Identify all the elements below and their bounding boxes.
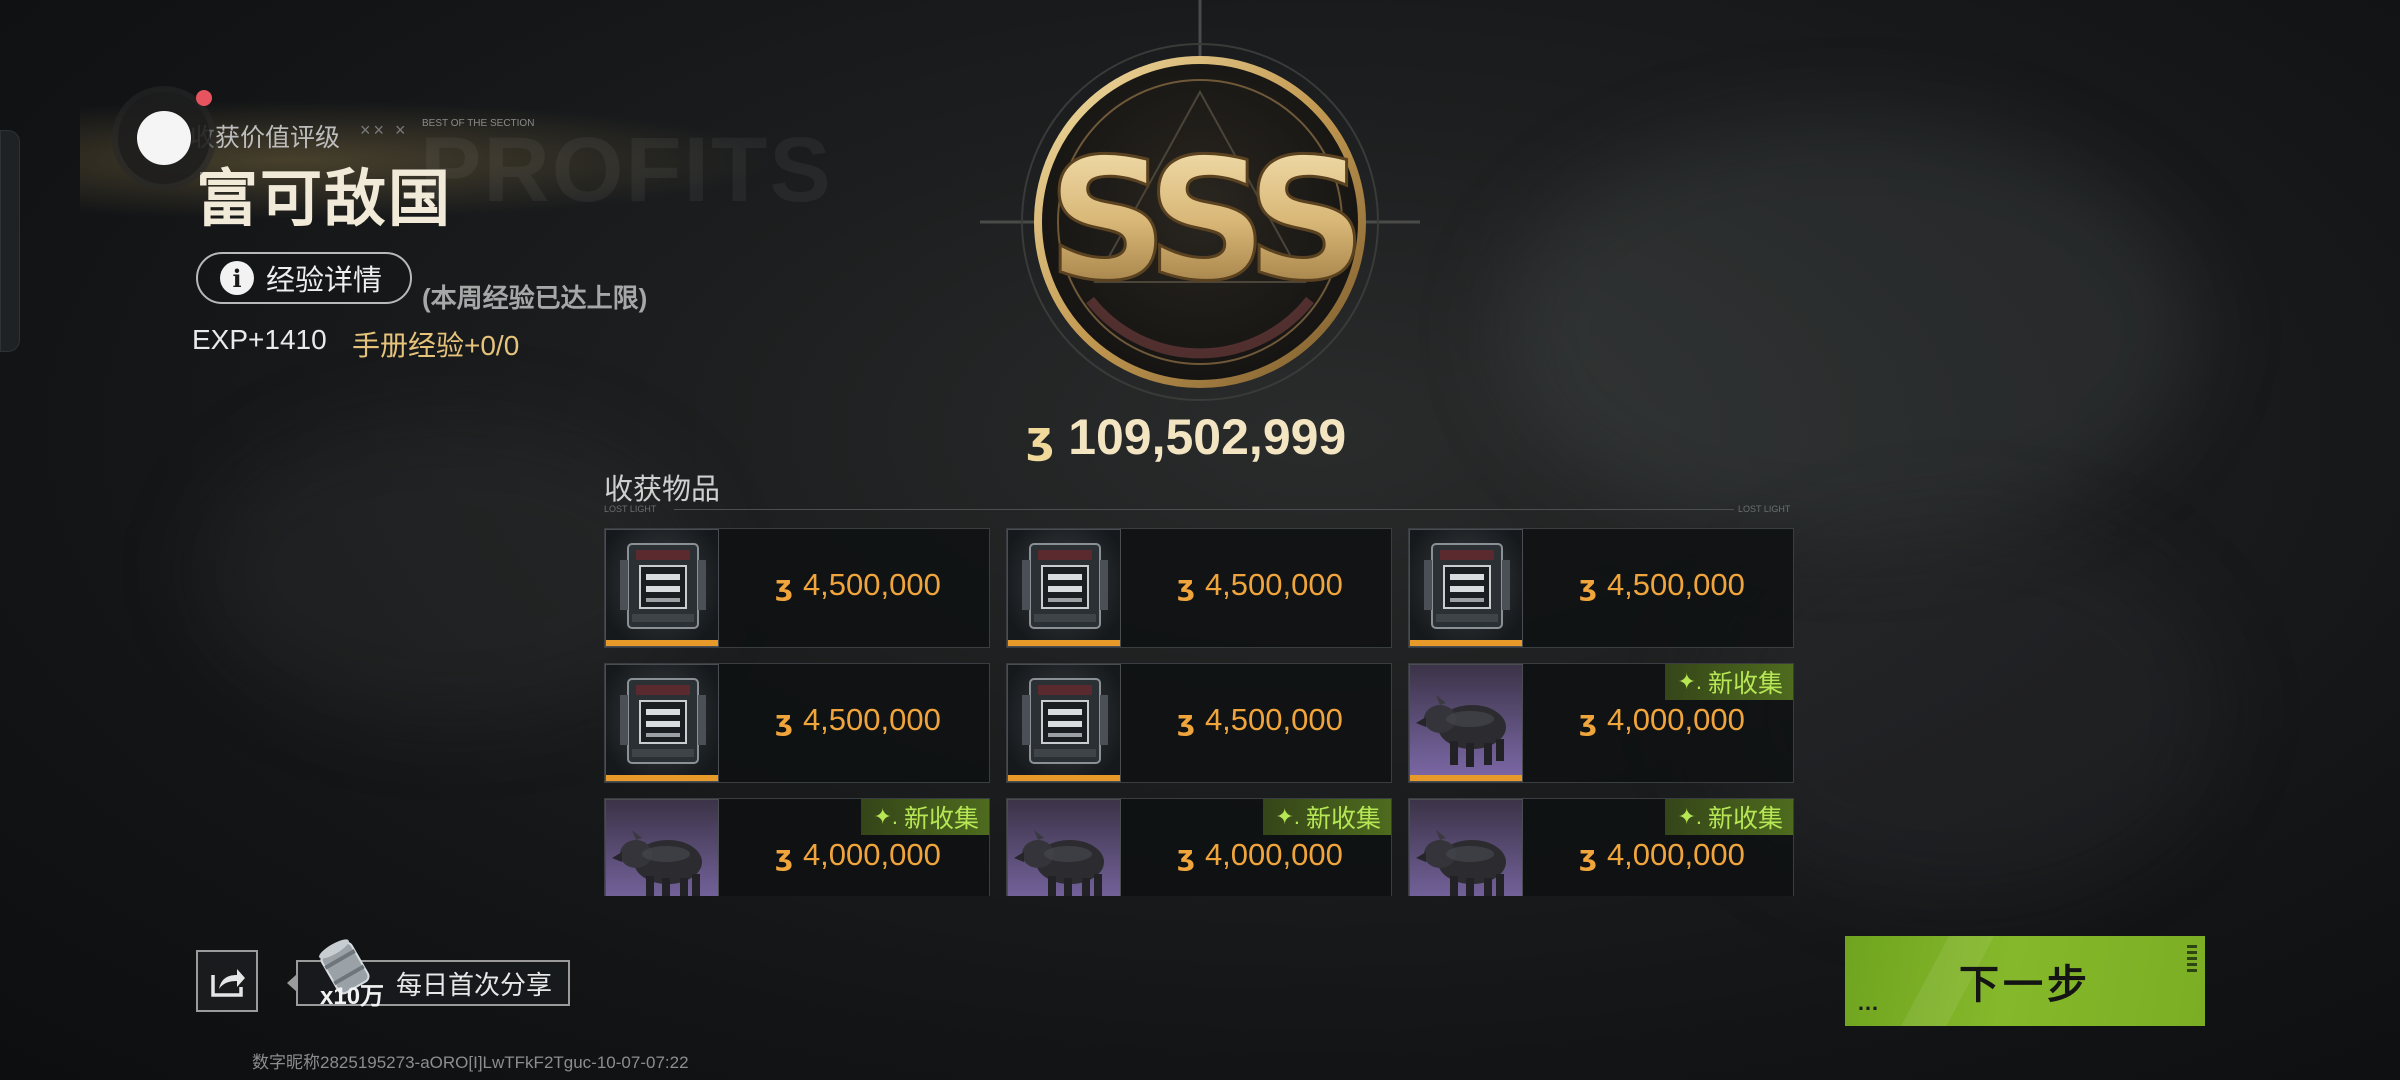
loot-item-card[interactable]: ʒ 4,500,000 bbox=[604, 663, 990, 783]
item-value: ʒ 4,000,000 bbox=[1579, 837, 1745, 873]
coin-icon: ʒ bbox=[1177, 568, 1195, 602]
exp-gain: EXP+1410 bbox=[192, 324, 327, 355]
sparkle-icon: ✦. bbox=[1275, 804, 1300, 829]
supply-case-image bbox=[1022, 543, 1108, 629]
grade-text: SSS bbox=[1047, 122, 1355, 318]
coin-icon: ʒ bbox=[1177, 838, 1195, 872]
coin-icon: ʒ bbox=[1177, 703, 1195, 737]
item-value: ʒ 4,500,000 bbox=[775, 567, 941, 603]
supply-case-image bbox=[1424, 543, 1510, 629]
items-header: 收获物品 bbox=[604, 474, 721, 506]
boar-statue-image bbox=[612, 830, 702, 896]
more-dots-icon: … bbox=[1857, 990, 1883, 1015]
exp-cap-note: (本周经验已达上限) bbox=[422, 283, 648, 313]
supply-case-thumbnail bbox=[1007, 664, 1121, 782]
total-value: ʒ 109,502,999 bbox=[1026, 408, 1346, 466]
item-value-amount: 4,000,000 bbox=[1606, 702, 1745, 737]
coin-icon: ʒ bbox=[1026, 411, 1055, 463]
loot-item-card[interactable]: ʒ 4,500,000 bbox=[604, 528, 990, 648]
item-value: ʒ 4,500,000 bbox=[775, 702, 941, 738]
sparkle-icon: ✦. bbox=[1677, 669, 1702, 694]
coin-icon: ʒ bbox=[775, 838, 793, 872]
new-collection-label: 新收集 bbox=[903, 805, 979, 833]
item-value: ʒ 4,500,000 bbox=[1177, 567, 1343, 603]
rating-title: 富可敌国 bbox=[196, 165, 453, 234]
supply-case-image bbox=[620, 678, 706, 764]
item-value-amount: 4,000,000 bbox=[802, 837, 941, 872]
new-collection-label: 新收集 bbox=[1707, 805, 1783, 833]
side-drawer-handle[interactable] bbox=[0, 130, 20, 352]
loot-item-card[interactable]: ʒ 4,500,000 bbox=[1408, 528, 1794, 648]
items-grid: ʒ 4,500,000 ʒ 4,500,000 ʒ 4,500,000 ʒ 4,500,000… bbox=[604, 528, 1794, 896]
handbook-exp: 手册经验+0/0 bbox=[352, 330, 520, 361]
daily-share-label: 每日首次分享 bbox=[396, 969, 553, 1000]
item-value-amount: 4,000,000 bbox=[1606, 837, 1745, 872]
item-value-amount: 4,500,000 bbox=[1204, 702, 1343, 737]
loot-item-card[interactable]: ʒ 4,000,000 ✦. 新收集 bbox=[604, 798, 990, 896]
supply-case-thumbnail bbox=[1409, 529, 1523, 647]
items-line-tag: LOST LIGHT bbox=[1738, 504, 1791, 514]
item-value: ʒ 4,000,000 bbox=[1177, 837, 1343, 873]
new-collection-badge: ✦. 新收集 bbox=[1665, 664, 1793, 700]
items-divider bbox=[674, 509, 1734, 510]
supply-case-thumbnail bbox=[605, 664, 719, 782]
recording-indicator bbox=[196, 90, 212, 106]
screen-record-button[interactable] bbox=[118, 92, 210, 184]
item-value: ʒ 4,500,000 bbox=[1579, 567, 1745, 603]
coin-icon: ʒ bbox=[1579, 838, 1597, 872]
next-step-button[interactable]: 下一步 … bbox=[1845, 936, 2205, 1026]
reward-quantity: x10万 bbox=[320, 983, 385, 1010]
share-icon bbox=[211, 969, 245, 997]
item-value-amount: 4,500,000 bbox=[802, 702, 941, 737]
boar-statue-thumbnail bbox=[1409, 799, 1523, 896]
background-haze bbox=[1500, 120, 2200, 540]
coin-icon: ʒ bbox=[1579, 568, 1597, 602]
loot-item-card[interactable]: ʒ 4,000,000 ✦. 新收集 bbox=[1006, 798, 1392, 896]
loot-item-card[interactable]: ʒ 4,500,000 bbox=[1006, 528, 1392, 648]
exp-details-button[interactable]: i 经验详情 bbox=[196, 252, 412, 304]
supply-case-thumbnail bbox=[605, 529, 719, 647]
sparkle-icon: ✦. bbox=[1677, 804, 1702, 829]
supply-case-image bbox=[1022, 678, 1108, 764]
grade-emblem: SSS bbox=[980, 0, 1420, 401]
exp-details-label: 经验详情 bbox=[266, 265, 383, 297]
new-collection-badge: ✦. 新收集 bbox=[1263, 799, 1391, 835]
boar-statue-image bbox=[1014, 830, 1104, 896]
player-id-footer: 数字昵称2825195273-aORO[I]LwTFkF2Tguc-10-07-… bbox=[252, 1053, 689, 1072]
new-collection-label: 新收集 bbox=[1305, 805, 1381, 833]
new-collection-badge: ✦. 新收集 bbox=[1665, 799, 1793, 835]
item-value: ʒ 4,500,000 bbox=[1177, 702, 1343, 738]
sparkle-icon: ✦. bbox=[873, 804, 898, 829]
loot-item-card[interactable]: ʒ 4,500,000 bbox=[1006, 663, 1392, 783]
new-collection-label: 新收集 bbox=[1707, 670, 1783, 698]
info-icon: i bbox=[220, 261, 254, 295]
item-value: ʒ 4,000,000 bbox=[775, 837, 941, 873]
boar-statue-thumbnail bbox=[1007, 799, 1121, 896]
background-word: PROFITS bbox=[420, 119, 833, 221]
items-line-tag: LOST LIGHT bbox=[604, 504, 657, 514]
share-button[interactable] bbox=[196, 950, 258, 1012]
supply-case-thumbnail bbox=[1007, 529, 1121, 647]
boar-statue-thumbnail bbox=[605, 799, 719, 896]
new-collection-badge: ✦. 新收集 bbox=[861, 799, 989, 835]
supply-case-image bbox=[620, 543, 706, 629]
boar-statue-thumbnail bbox=[1409, 664, 1523, 782]
boar-statue-image bbox=[1416, 695, 1506, 767]
next-step-label: 下一步 bbox=[1959, 963, 2091, 1007]
coin-icon: ʒ bbox=[775, 703, 793, 737]
item-value: ʒ 4,000,000 bbox=[1579, 702, 1745, 738]
loot-item-card[interactable]: ʒ 4,000,000 ✦. 新收集 bbox=[1408, 663, 1794, 783]
item-value-amount: 4,500,000 bbox=[1204, 567, 1343, 602]
item-value-amount: 4,000,000 bbox=[1204, 837, 1343, 872]
coin-icon: ʒ bbox=[775, 568, 793, 602]
item-value-amount: 4,500,000 bbox=[1606, 567, 1745, 602]
rating-decoration: ×× × bbox=[360, 120, 409, 140]
item-value-amount: 4,500,000 bbox=[802, 567, 941, 602]
button-bars-deco bbox=[2187, 944, 2197, 972]
rating-tiny-caption: BEST OF THE SECTION bbox=[422, 118, 535, 129]
coin-icon: ʒ bbox=[1579, 703, 1597, 737]
boar-statue-image bbox=[1416, 830, 1506, 896]
loot-item-card[interactable]: ʒ 4,000,000 ✦. 新收集 bbox=[1408, 798, 1794, 896]
total-value-amount: 109,502,999 bbox=[1068, 409, 1347, 465]
